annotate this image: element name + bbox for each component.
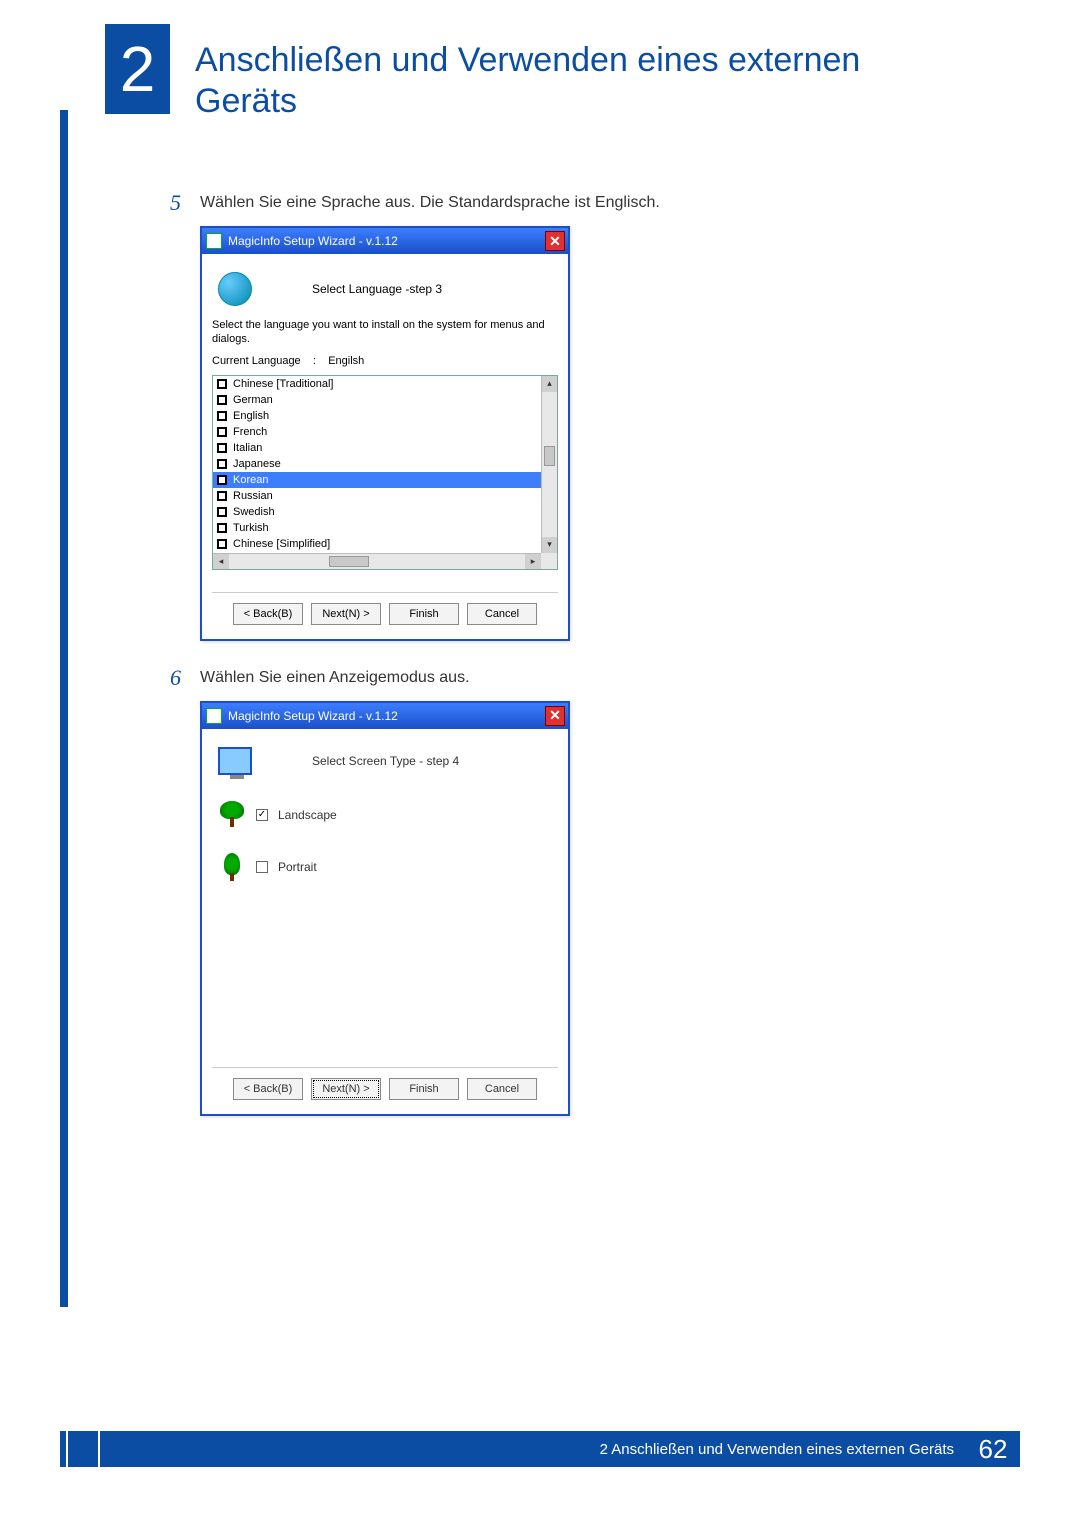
language-label: Korean: [233, 474, 268, 486]
left-rail: [60, 110, 68, 1307]
language-checkbox[interactable]: [217, 379, 227, 389]
scroll-left-icon[interactable]: ◂: [213, 554, 229, 569]
language-checkbox[interactable]: [217, 539, 227, 549]
option-portrait[interactable]: Portrait: [218, 853, 552, 881]
window-title: MagicInfo Setup Wizard - v.1.12: [228, 234, 398, 248]
app-icon: [206, 708, 222, 724]
language-option[interactable]: Swedish: [213, 504, 541, 520]
language-label: Russian: [233, 490, 273, 502]
language-checkbox[interactable]: [217, 491, 227, 501]
landscape-label: Landscape: [278, 808, 337, 822]
next-button[interactable]: Next(N) >: [311, 603, 381, 625]
chapter-number-badge: 2: [105, 24, 170, 114]
landscape-tree-icon: [218, 801, 246, 829]
scroll-down-icon[interactable]: ▾: [542, 537, 557, 553]
chapter-title: Anschließen und Verwenden eines externen…: [195, 40, 915, 122]
close-icon[interactable]: ✕: [545, 231, 565, 251]
step-6: 6 Wählen Sie einen Anzeigemodus aus.: [170, 665, 810, 691]
language-checkbox[interactable]: [217, 395, 227, 405]
language-option[interactable]: Turkish: [213, 520, 541, 536]
curlang-value: Engilsh: [328, 355, 364, 367]
wizard-body: Select Screen Type - step 4 ✓ Landscape …: [202, 729, 568, 1114]
language-label: Chinese [Traditional]: [233, 378, 333, 390]
language-option[interactable]: Russian: [213, 488, 541, 504]
step-5: 5 Wählen Sie eine Sprache aus. Die Stand…: [170, 190, 810, 216]
language-checkbox[interactable]: [217, 523, 227, 533]
step-title: Select Screen Type - step 4: [312, 754, 459, 768]
language-checkbox[interactable]: [217, 443, 227, 453]
language-label: English: [233, 410, 269, 422]
step-text: Wählen Sie eine Sprache aus. Die Standar…: [200, 190, 660, 212]
hscroll-thumb[interactable]: [329, 556, 369, 567]
wizard-screen-type: MagicInfo Setup Wizard - v.1.12 ✕ Select…: [200, 701, 570, 1116]
language-label: Swedish: [233, 506, 275, 518]
language-checkbox[interactable]: [217, 475, 227, 485]
language-checkbox[interactable]: [217, 411, 227, 421]
scroll-up-icon[interactable]: ▴: [542, 376, 557, 392]
language-option[interactable]: Japanese: [213, 456, 541, 472]
titlebar[interactable]: MagicInfo Setup Wizard - v.1.12 ✕: [202, 228, 568, 254]
back-button[interactable]: < Back(B): [233, 1078, 303, 1100]
next-button[interactable]: Next(N) >: [311, 1078, 381, 1100]
footer-text: 2 Anschließen und Verwenden eines extern…: [600, 1441, 954, 1458]
scroll-right-icon[interactable]: ▸: [525, 554, 541, 569]
globe-icon: [218, 272, 252, 306]
scroll-corner: [541, 553, 557, 569]
scroll-thumb[interactable]: [544, 446, 555, 466]
language-listbox[interactable]: Chinese [Traditional] German English French…: [212, 375, 558, 570]
language-label: Japanese: [233, 458, 281, 470]
page-number: 62: [966, 1431, 1020, 1467]
window-title: MagicInfo Setup Wizard - v.1.12: [228, 709, 398, 723]
language-checkbox[interactable]: [217, 459, 227, 469]
finish-button[interactable]: Finish: [389, 1078, 459, 1100]
cancel-button[interactable]: Cancel: [467, 1078, 537, 1100]
portrait-label: Portrait: [278, 860, 317, 874]
current-language-row: Current Language : Engilsh: [212, 355, 558, 367]
step-number: 5: [170, 190, 200, 216]
step-text: Wählen Sie einen Anzeigemodus aus.: [200, 665, 470, 687]
language-label: Chinese [Simplified]: [233, 538, 330, 550]
cancel-button[interactable]: Cancel: [467, 603, 537, 625]
language-checkbox[interactable]: [217, 427, 227, 437]
curlang-label: Current Language: [212, 355, 301, 367]
footer: 2 Anschließen und Verwenden eines extern…: [60, 1431, 1020, 1467]
wizard-language: MagicInfo Setup Wizard - v.1.12 ✕ Select…: [200, 226, 570, 641]
language-option[interactable]: Chinese [Traditional]: [213, 376, 541, 392]
instruction-text: Select the language you want to install …: [212, 318, 558, 347]
language-option[interactable]: Korean: [213, 472, 541, 488]
content-area: 5 Wählen Sie eine Sprache aus. Die Stand…: [170, 190, 810, 1140]
finish-button[interactable]: Finish: [389, 603, 459, 625]
separator: [212, 1067, 558, 1068]
language-label: German: [233, 394, 273, 406]
horizontal-scrollbar[interactable]: ◂ ▸: [213, 553, 541, 569]
titlebar[interactable]: MagicInfo Setup Wizard - v.1.12 ✕: [202, 703, 568, 729]
monitor-icon: [218, 747, 252, 775]
app-icon: [206, 233, 222, 249]
language-label: French: [233, 426, 267, 438]
step-number: 6: [170, 665, 200, 691]
language-option[interactable]: Chinese [Simplified]: [213, 536, 541, 552]
portrait-tree-icon: [218, 853, 246, 881]
landscape-checkbox[interactable]: ✓: [256, 809, 268, 821]
curlang-sep: :: [313, 355, 316, 367]
language-label: Italian: [233, 442, 262, 454]
separator: [212, 592, 558, 593]
language-option[interactable]: French: [213, 424, 541, 440]
language-option[interactable]: Italian: [213, 440, 541, 456]
language-option[interactable]: English: [213, 408, 541, 424]
language-checkbox[interactable]: [217, 507, 227, 517]
language-option[interactable]: German: [213, 392, 541, 408]
step-title: Select Language -step 3: [312, 282, 442, 296]
portrait-checkbox[interactable]: [256, 861, 268, 873]
language-label: Turkish: [233, 522, 269, 534]
back-button[interactable]: < Back(B): [233, 603, 303, 625]
vertical-scrollbar[interactable]: ▴ ▾: [541, 376, 557, 553]
option-landscape[interactable]: ✓ Landscape: [218, 801, 552, 829]
wizard-body: Select Language -step 3 Select the langu…: [202, 254, 568, 639]
close-icon[interactable]: ✕: [545, 706, 565, 726]
